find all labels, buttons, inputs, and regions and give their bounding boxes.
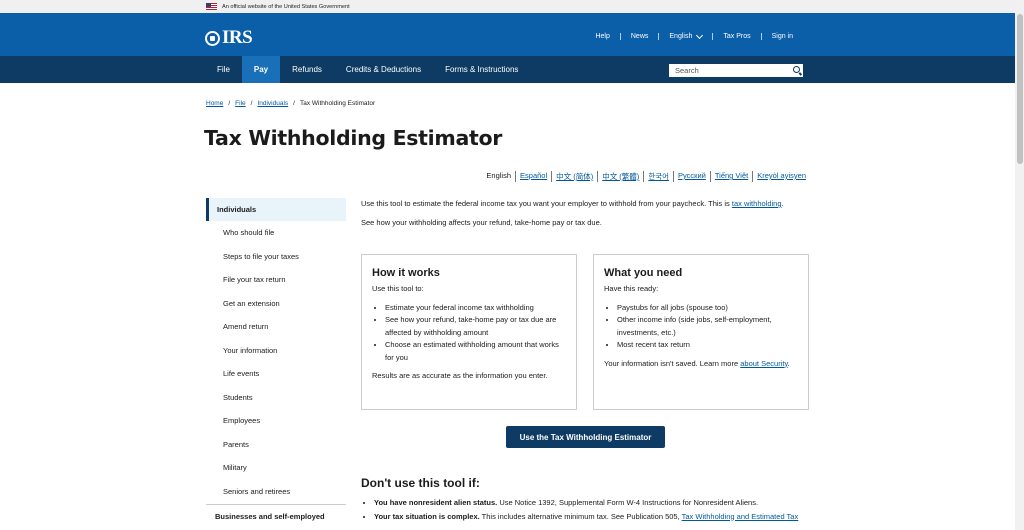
nav-file[interactable]: File (205, 56, 242, 83)
sidebar-item-parents[interactable]: Parents (206, 433, 346, 457)
scrollbar[interactable] (1015, 0, 1024, 530)
nav-forms-instructions[interactable]: Forms & Instructions (433, 56, 530, 83)
what-you-need-footer: Your information isn't saved. Learn more… (604, 358, 798, 371)
eagle-icon (205, 30, 220, 46)
what-you-need-lead: Have this ready: (604, 284, 659, 293)
page-title: Tax Withholding Estimator (204, 126, 503, 150)
intro-paragraph-2: See how your withholding affects your re… (361, 217, 602, 227)
sidebar-item-individuals[interactable]: Individuals (206, 198, 346, 221)
intro-content: Use this tool to estimate the federal in… (361, 198, 811, 229)
list-item: Other income info (side jobs, self-emplo… (617, 314, 798, 339)
what-you-need-card: What you need Have this ready: Paystubs … (593, 254, 809, 410)
what-you-need-footer-text: Your information isn't saved. Learn more (604, 358, 739, 368)
how-it-works-footer: Results are as accurate as the informati… (372, 371, 548, 380)
how-it-works-list: Estimate your federal income tax withhol… (385, 302, 566, 365)
breadcrumb-separator: / (228, 100, 231, 107)
intro-paragraph: Use this tool to estimate the federal in… (361, 198, 811, 211)
search-input[interactable]: Search (669, 64, 803, 77)
lang-chinese-traditional[interactable]: 中文 (繁體) (597, 171, 643, 182)
how-it-works-lead: Use this tool to: (372, 284, 424, 293)
breadcrumb-current: Tax Withholding Estimator (299, 100, 376, 107)
sidebar-item-military[interactable]: Military (206, 456, 346, 480)
search-placeholder: Search (675, 66, 699, 75)
sidebar-item-employees[interactable]: Employees (206, 409, 346, 433)
nav-credits-deductions[interactable]: Credits & Deductions (334, 56, 433, 83)
site-header: IRS Help News English Tax Pros Sign in (0, 13, 1024, 56)
logo-text: IRS (222, 27, 253, 48)
intro-text: Use this tool to estimate the federal in… (361, 199, 730, 208)
dont-use-item1-bold: You have nonresident alien status. (374, 498, 498, 507)
tax-pros-link[interactable]: Tax Pros (712, 33, 760, 40)
dont-use-item2-bold: Your tax situation is complex. (374, 511, 480, 521)
list-item: Your tax situation is complex. This incl… (374, 511, 814, 524)
lang-vietnamese[interactable]: Tiếng Việt (709, 171, 752, 182)
how-it-works-title: How it works (372, 267, 440, 279)
list-item: Estimate your federal income tax withhol… (385, 302, 566, 315)
intro-end: . (781, 199, 784, 208)
lang-spanish[interactable]: Español (515, 171, 551, 182)
us-flag-icon (206, 3, 217, 10)
use-estimator-button[interactable]: Use the Tax Withholding Estimator (506, 426, 665, 448)
breadcrumb-home[interactable]: Home (206, 100, 223, 107)
lang-haitian-creole[interactable]: Kreyòl ayisyen (752, 171, 810, 182)
sign-in-link[interactable]: Sign in (760, 33, 803, 40)
breadcrumb-individuals[interactable]: Individuals (257, 100, 288, 107)
list-item: Choose an estimated withholding amount t… (385, 339, 566, 364)
list-item: You have nonresident alien status. Use N… (374, 497, 814, 510)
scrollbar-thumb[interactable] (1017, 14, 1023, 164)
list-item: See how your refund, take-home pay or ta… (385, 314, 566, 339)
list-item: Most recent tax return (617, 339, 798, 352)
nav-pay[interactable]: Pay (241, 56, 281, 83)
language-dropdown[interactable]: English (658, 31, 712, 40)
language-label: English (669, 33, 693, 40)
publication-505-link[interactable]: Tax Withholding and Estimated Tax (682, 512, 799, 521)
sidebar-item-file-return[interactable]: File your tax return (206, 268, 346, 292)
dont-use-item2-text: This includes alternative minimum tax. S… (481, 511, 680, 521)
gov-banner: An official website of the United States… (0, 0, 1024, 13)
sidebar-item-seniors-retirees[interactable]: Seniors and retirees (206, 480, 346, 504)
sidebar-item-who-should-file[interactable]: Who should file (206, 221, 346, 245)
what-you-need-list: Paystubs for all jobs (spouse too) Other… (617, 302, 798, 352)
lang-russian[interactable]: Русский (673, 171, 710, 182)
help-link[interactable]: Help (585, 33, 619, 40)
breadcrumb: Home / File / Individuals / Tax Withholding… (206, 100, 375, 107)
utility-nav: Help News English Tax Pros Sign in (585, 31, 803, 40)
search-icon[interactable] (793, 66, 800, 73)
language-selector: English Español 中文 (简体) 中文 (繁體) 한국어 Русс… (482, 171, 810, 182)
lang-korean[interactable]: 한국어 (643, 171, 673, 182)
breadcrumb-separator: / (293, 100, 295, 107)
list-item: Paystubs for all jobs (spouse too) (617, 302, 798, 315)
nav-refunds[interactable]: Refunds (280, 56, 334, 83)
sidebar-item-life-events[interactable]: Life events (206, 362, 346, 386)
main-nav: File Pay Refunds Credits & Deductions Fo… (0, 56, 1024, 83)
sidebar-item-your-information[interactable]: Your information (206, 339, 346, 363)
sidebar-item-amend-return[interactable]: Amend return (206, 315, 346, 339)
gov-banner-text: An official website of the United States… (222, 3, 350, 10)
how-it-works-card: How it works Use this tool to: Estimate … (361, 254, 577, 410)
irs-logo[interactable]: IRS (205, 27, 253, 49)
about-security-link[interactable]: about Security (740, 359, 787, 368)
breadcrumb-separator: / (250, 100, 253, 107)
dont-use-list: You have nonresident alien status. Use N… (374, 497, 814, 524)
sidebar-item-steps-to-file[interactable]: Steps to file your taxes (206, 245, 346, 269)
sidebar-item-businesses[interactable]: Businesses and self-employed (206, 504, 346, 528)
lang-english: English (486, 171, 512, 180)
news-link[interactable]: News (619, 33, 659, 40)
breadcrumb-file[interactable]: File (235, 100, 245, 107)
dont-use-title: Don't use this tool if: (361, 476, 480, 490)
what-you-need-title: What you need (604, 267, 683, 279)
sidebar-item-students[interactable]: Students (206, 386, 346, 410)
tax-withholding-link[interactable]: tax withholding (732, 199, 782, 208)
chevron-down-icon (696, 31, 704, 39)
lang-chinese-simplified[interactable]: 中文 (简体) (551, 171, 597, 182)
sidebar-item-extension[interactable]: Get an extension (206, 292, 346, 316)
info-cards: How it works Use this tool to: Estimate … (361, 254, 809, 410)
dont-use-item1-text: Use Notice 1392, Supplemental Form W-4 I… (499, 498, 759, 507)
sidebar-nav: Individuals Who should file Steps to fil… (206, 198, 346, 528)
what-you-need-footer-end: . (787, 358, 790, 368)
